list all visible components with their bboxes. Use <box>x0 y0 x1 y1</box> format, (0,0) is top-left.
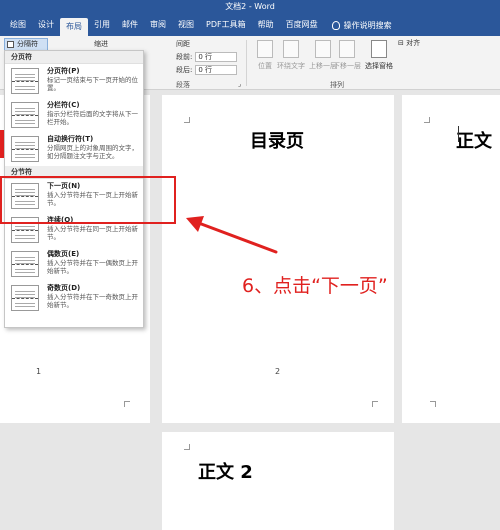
menu-item-column-break[interactable]: 分栏符(C) 指示分栏符后面的文字将从下一栏开始。 <box>5 98 143 132</box>
position-icon <box>257 40 273 58</box>
position-label: 位置 <box>258 62 272 70</box>
selection-pane-button[interactable]: 选择窗格 <box>362 40 396 71</box>
spacing-after-label: 段后: <box>176 66 193 74</box>
page-breaks-header: 分页符 <box>5 51 143 64</box>
text-wrapping-break-icon <box>11 136 39 162</box>
arrow-shaft <box>194 220 278 254</box>
spacing-before-label: 段前: <box>176 53 193 61</box>
send-backward-label: 下移一层 <box>333 62 361 70</box>
tab-review[interactable]: 审阅 <box>144 16 172 34</box>
menu-item-title: 分页符(P) <box>47 67 80 75</box>
crop-mark <box>184 117 190 123</box>
wrap-text-label: 环绕文字 <box>277 62 305 70</box>
breaks-label: 分隔符 <box>17 40 38 48</box>
send-backward-button[interactable]: 下移一层 <box>330 40 364 71</box>
menu-item-desc: 插入分节符并在下一奇数页上开始新节。 <box>47 293 138 309</box>
tab-draw[interactable]: 绘图 <box>4 16 32 34</box>
crop-mark <box>424 117 430 123</box>
page-3-heading: 正文 1 <box>456 131 500 152</box>
tab-design[interactable]: 设计 <box>32 16 60 34</box>
page-3[interactable]: 正文 1 <box>402 95 500 423</box>
align-button[interactable]: ⊟ 对齐 <box>398 38 420 48</box>
page-4[interactable]: 正文 2 <box>162 432 394 530</box>
indent-label: 缩进 <box>94 40 108 48</box>
page-4-heading: 正文 2 <box>198 462 253 483</box>
bring-forward-icon <box>315 40 331 58</box>
tab-help[interactable]: 帮助 <box>252 16 280 34</box>
group-separator <box>246 40 247 86</box>
selection-pane-icon <box>371 40 387 58</box>
lightbulb-icon <box>331 20 340 30</box>
menu-item-title: 自动换行符(T) <box>47 135 94 143</box>
spacing-before-row: 段前: 0 行 <box>176 52 238 62</box>
ribbon-tabs: 绘图 设计 布局 引用 邮件 审阅 视图 PDF工具箱 帮助 百度网盘 操作说明… <box>0 14 500 36</box>
spacing-label: 间距 <box>176 40 190 48</box>
dialog-launcher-icon[interactable]: ⌟ <box>238 80 241 88</box>
tab-view[interactable]: 视图 <box>172 16 200 34</box>
send-backward-icon <box>339 40 355 58</box>
odd-page-icon <box>11 285 39 311</box>
menu-item-desc: 指示分栏符后面的文字将从下一栏开始。 <box>47 110 138 126</box>
window-title: 文档2 - Word <box>225 2 275 11</box>
annotation-arrow <box>186 216 278 254</box>
position-button[interactable]: 位置 <box>254 40 276 71</box>
wrap-text-button[interactable]: 环绕文字 <box>276 40 306 71</box>
spacing-before-field[interactable]: 0 行 <box>195 52 238 62</box>
tab-baidu-netdisk[interactable]: 百度网盘 <box>280 16 324 34</box>
annotation-text: 6、点击“下一页” <box>242 275 388 297</box>
paragraph-group-label: 段落 <box>176 81 190 89</box>
menu-item-title: 偶数页(E) <box>47 250 80 258</box>
menu-item-title: 分栏符(C) <box>47 101 80 109</box>
text-cursor <box>458 126 459 142</box>
page-number: 1 <box>36 367 42 376</box>
crop-mark <box>184 444 190 450</box>
column-break-icon <box>11 102 39 128</box>
menu-item-title: 奇数页(D) <box>47 284 81 292</box>
menu-item-desc: 分隔网页上的对象周围的文字，如分隔题注文字与正文。 <box>47 144 138 160</box>
tab-references[interactable]: 引用 <box>88 16 116 34</box>
align-label: 对齐 <box>406 39 421 47</box>
wrap-text-icon <box>283 40 299 58</box>
menu-item-desc: 插入分节符并在下一偶数页上开始新节。 <box>47 259 138 275</box>
menu-item-desc: 标记一页结束与下一页开始的位置。 <box>47 76 138 92</box>
next-page-highlight-box <box>0 176 176 224</box>
tab-mailings[interactable]: 邮件 <box>116 16 144 34</box>
spacing-after-field[interactable]: 0 行 <box>195 65 238 75</box>
menu-item-desc: 插入分节符并在同一页上开始新节。 <box>47 225 138 241</box>
tell-me-label: 操作说明搜索 <box>343 20 392 30</box>
menu-item-text-wrapping-break[interactable]: 自动换行符(T) 分隔网页上的对象周围的文字，如分隔题注文字与正文。 <box>5 132 143 166</box>
menu-item-page-break[interactable]: 分页符(P) 标记一页结束与下一页开始的位置。 <box>5 64 143 98</box>
page-break-icon <box>11 68 39 94</box>
tab-layout[interactable]: 布局 <box>60 18 88 36</box>
page-number: 2 <box>275 367 281 376</box>
crop-mark <box>124 401 130 407</box>
menu-item-even-page[interactable]: 偶数页(E) 插入分节符并在下一偶数页上开始新节。 <box>5 247 143 281</box>
even-page-icon <box>11 251 39 277</box>
crop-mark <box>430 401 436 407</box>
crop-mark <box>372 401 378 407</box>
tell-me-search[interactable]: 操作说明搜索 <box>331 20 392 31</box>
page-2-heading: 目录页 <box>250 131 304 152</box>
breaks-icon <box>7 41 14 48</box>
arrange-group-label: 排列 <box>330 81 344 89</box>
title-bar: 文档2 - Word <box>0 0 500 14</box>
tab-pdf-tools[interactable]: PDF工具箱 <box>200 16 252 34</box>
menu-item-odd-page[interactable]: 奇数页(D) 插入分节符并在下一奇数页上开始新节。 <box>5 281 143 315</box>
spacing-after-row: 段后: 0 行 <box>176 65 238 75</box>
selection-pane-label: 选择窗格 <box>365 62 393 70</box>
